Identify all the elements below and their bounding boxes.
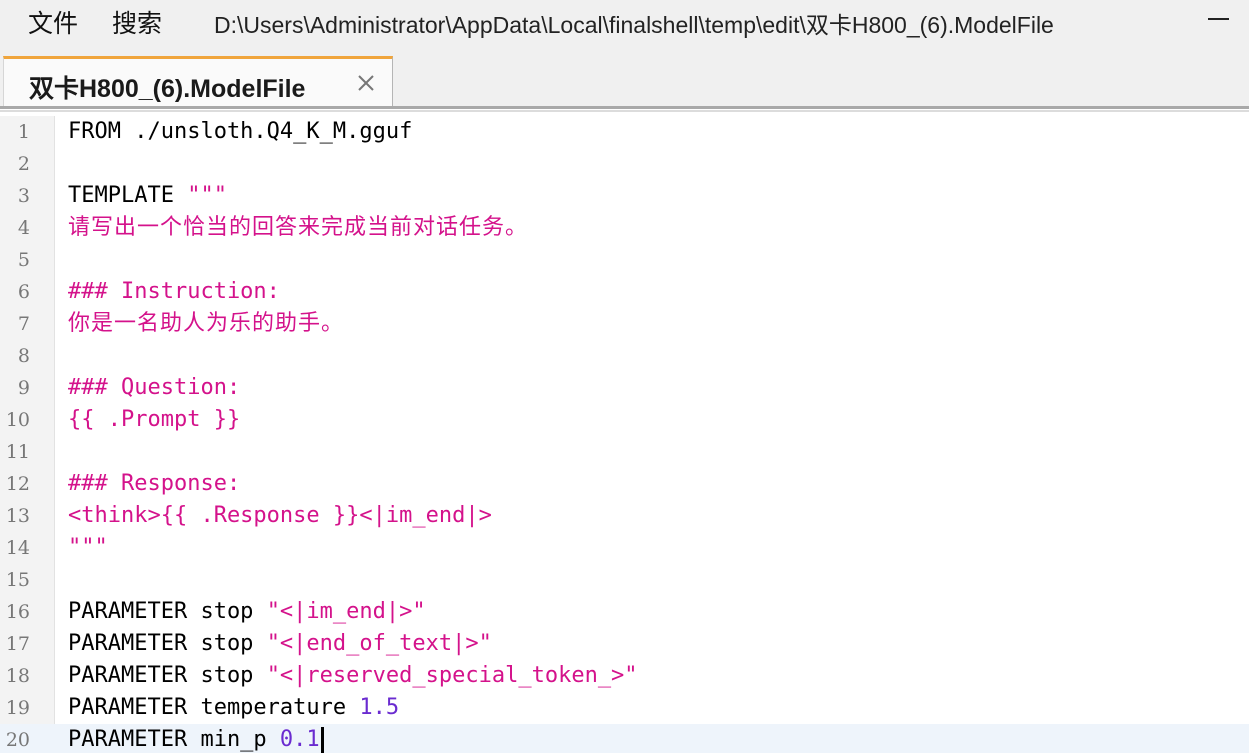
code-text: ### Instruction: [68, 276, 280, 308]
code-token: PARAMETER min_p [68, 727, 280, 752]
code-text: <think>{{ .Response }}<|im_end|> [68, 500, 492, 532]
code-token: 你是一名助人为乐的助手。 [68, 311, 345, 336]
code-editor[interactable]: 1 FROM ./unsloth.Q4_K_M.gguf 2 3 TEMPLATE ""… [0, 116, 1249, 753]
code-token: "<|end_of_text|>" [266, 631, 492, 656]
code-token: PARAMETER stop [68, 663, 267, 688]
code-text: PARAMETER stop "<|im_end|>" [68, 596, 426, 628]
text-cursor [320, 727, 324, 753]
tab-modelfile[interactable]: 双卡H800_(6).ModelFile [3, 56, 393, 108]
line-number: 5 [17, 249, 30, 271]
line-number: 14 [5, 537, 30, 559]
code-token: ### Instruction: [68, 279, 280, 304]
line-number: 15 [5, 569, 30, 591]
code-token: """ [187, 183, 227, 208]
code-line[interactable]: 16 PARAMETER stop "<|im_end|>" [0, 596, 1249, 628]
code-line[interactable]: 4 请写出一个恰当的回答来完成当前对话任务。 [0, 212, 1249, 244]
code-text: ### Response: [68, 468, 240, 500]
line-number: 9 [17, 377, 30, 399]
code-line[interactable]: 9 ### Question: [0, 372, 1249, 404]
title-bar: 文件 搜索 D:\Users\Administrator\AppData\Loc… [0, 0, 1249, 40]
code-line[interactable]: 12 ### Response: [0, 468, 1249, 500]
code-line[interactable]: 2 [0, 148, 1249, 180]
code-token: {{ .Prompt }} [68, 407, 241, 432]
code-line[interactable]: 19 PARAMETER temperature 1.5 [0, 692, 1249, 724]
code-text: FROM ./unsloth.Q4_K_M.gguf [68, 116, 412, 148]
code-line[interactable]: 3 TEMPLATE """ [0, 180, 1249, 212]
code-line[interactable]: 8 [0, 340, 1249, 372]
minimize-icon[interactable] [1208, 18, 1229, 20]
tab-divider-shadow [0, 110, 1249, 112]
line-number: 6 [17, 281, 30, 303]
code-line[interactable]: 13 <think>{{ .Response }}<|im_end|> [0, 500, 1249, 532]
code-line[interactable]: 11 [0, 436, 1249, 468]
code-line[interactable]: 7 你是一名助人为乐的助手。 [0, 308, 1249, 340]
menu-file[interactable]: 文件 [28, 4, 78, 40]
code-token: ### Response: [68, 471, 241, 496]
code-text: PARAMETER stop "<|reserved_special_token… [68, 660, 638, 692]
line-number: 1 [17, 121, 30, 143]
tab-title: 双卡H800_(6).ModelFile [29, 75, 306, 103]
code-token: ### Question: [68, 375, 241, 400]
code-text: {{ .Prompt }} [68, 404, 240, 436]
code-text: PARAMETER temperature 1.5 [68, 692, 399, 724]
code-line[interactable]: 5 [0, 244, 1249, 276]
code-text: PARAMETER min_p 0.1 [68, 724, 324, 753]
line-number: 7 [17, 313, 30, 335]
line-number: 13 [5, 505, 30, 527]
code-text: PARAMETER stop "<|end_of_text|>" [68, 628, 492, 660]
code-token: PARAMETER stop [68, 631, 267, 656]
tab-bar: 双卡H800_(6).ModelFile [0, 40, 1249, 108]
code-token: 0.1 [279, 727, 320, 752]
editor-window: 文件 搜索 D:\Users\Administrator\AppData\Loc… [0, 0, 1249, 753]
line-number: 11 [5, 441, 30, 463]
code-line[interactable]: 6 ### Instruction: [0, 276, 1249, 308]
tab-divider [0, 106, 1249, 109]
code-token: """ [68, 535, 108, 560]
code-line[interactable]: 10 {{ .Prompt }} [0, 404, 1249, 436]
code-text: 请写出一个恰当的回答来完成当前对话任务。 [68, 212, 528, 244]
code-token: "<|im_end|>" [266, 599, 426, 624]
line-number: 17 [5, 633, 30, 655]
line-number: 2 [17, 153, 30, 175]
code-text: ### Question: [68, 372, 240, 404]
code-line[interactable]: 15 [0, 564, 1249, 596]
code-token: FROM ./unsloth.Q4_K_M.gguf [68, 119, 413, 144]
line-number: 18 [5, 665, 30, 687]
line-number: 12 [5, 473, 30, 495]
line-number: 8 [17, 345, 30, 367]
code-token: PARAMETER temperature [68, 695, 360, 720]
code-token: 1.5 [359, 695, 400, 720]
line-number: 19 [5, 697, 30, 719]
code-token: PARAMETER stop [68, 599, 267, 624]
line-number: 4 [17, 217, 30, 239]
close-icon[interactable] [354, 71, 378, 95]
code-line[interactable]: 18 PARAMETER stop "<|reserved_special_tok… [0, 660, 1249, 692]
line-number: 20 [5, 729, 30, 751]
code-line[interactable]: 1 FROM ./unsloth.Q4_K_M.gguf [0, 116, 1249, 148]
line-number: 3 [17, 185, 30, 207]
code-token: <think>{{ .Response }}<|im_end|> [68, 503, 492, 528]
code-token: TEMPLATE [68, 183, 188, 208]
line-number: 10 [5, 409, 30, 431]
code-line[interactable]: 17 PARAMETER stop "<|end_of_text|>" [0, 628, 1249, 660]
code-text: 你是一名助人为乐的助手。 [68, 308, 344, 340]
code-text: """ [68, 532, 108, 564]
menu-search[interactable]: 搜索 [112, 4, 162, 40]
code-token: 请写出一个恰当的回答来完成当前对话任务。 [68, 215, 529, 240]
code-line[interactable]: 20 PARAMETER min_p 0.1 [0, 724, 1249, 753]
window-title-path: D:\Users\Administrator\AppData\Local\fin… [214, 12, 1054, 38]
code-text: TEMPLATE """ [68, 180, 227, 212]
code-line[interactable]: 14 """ [0, 532, 1249, 564]
code-token: "<|reserved_special_token_>" [266, 663, 638, 688]
line-number: 16 [5, 601, 30, 623]
